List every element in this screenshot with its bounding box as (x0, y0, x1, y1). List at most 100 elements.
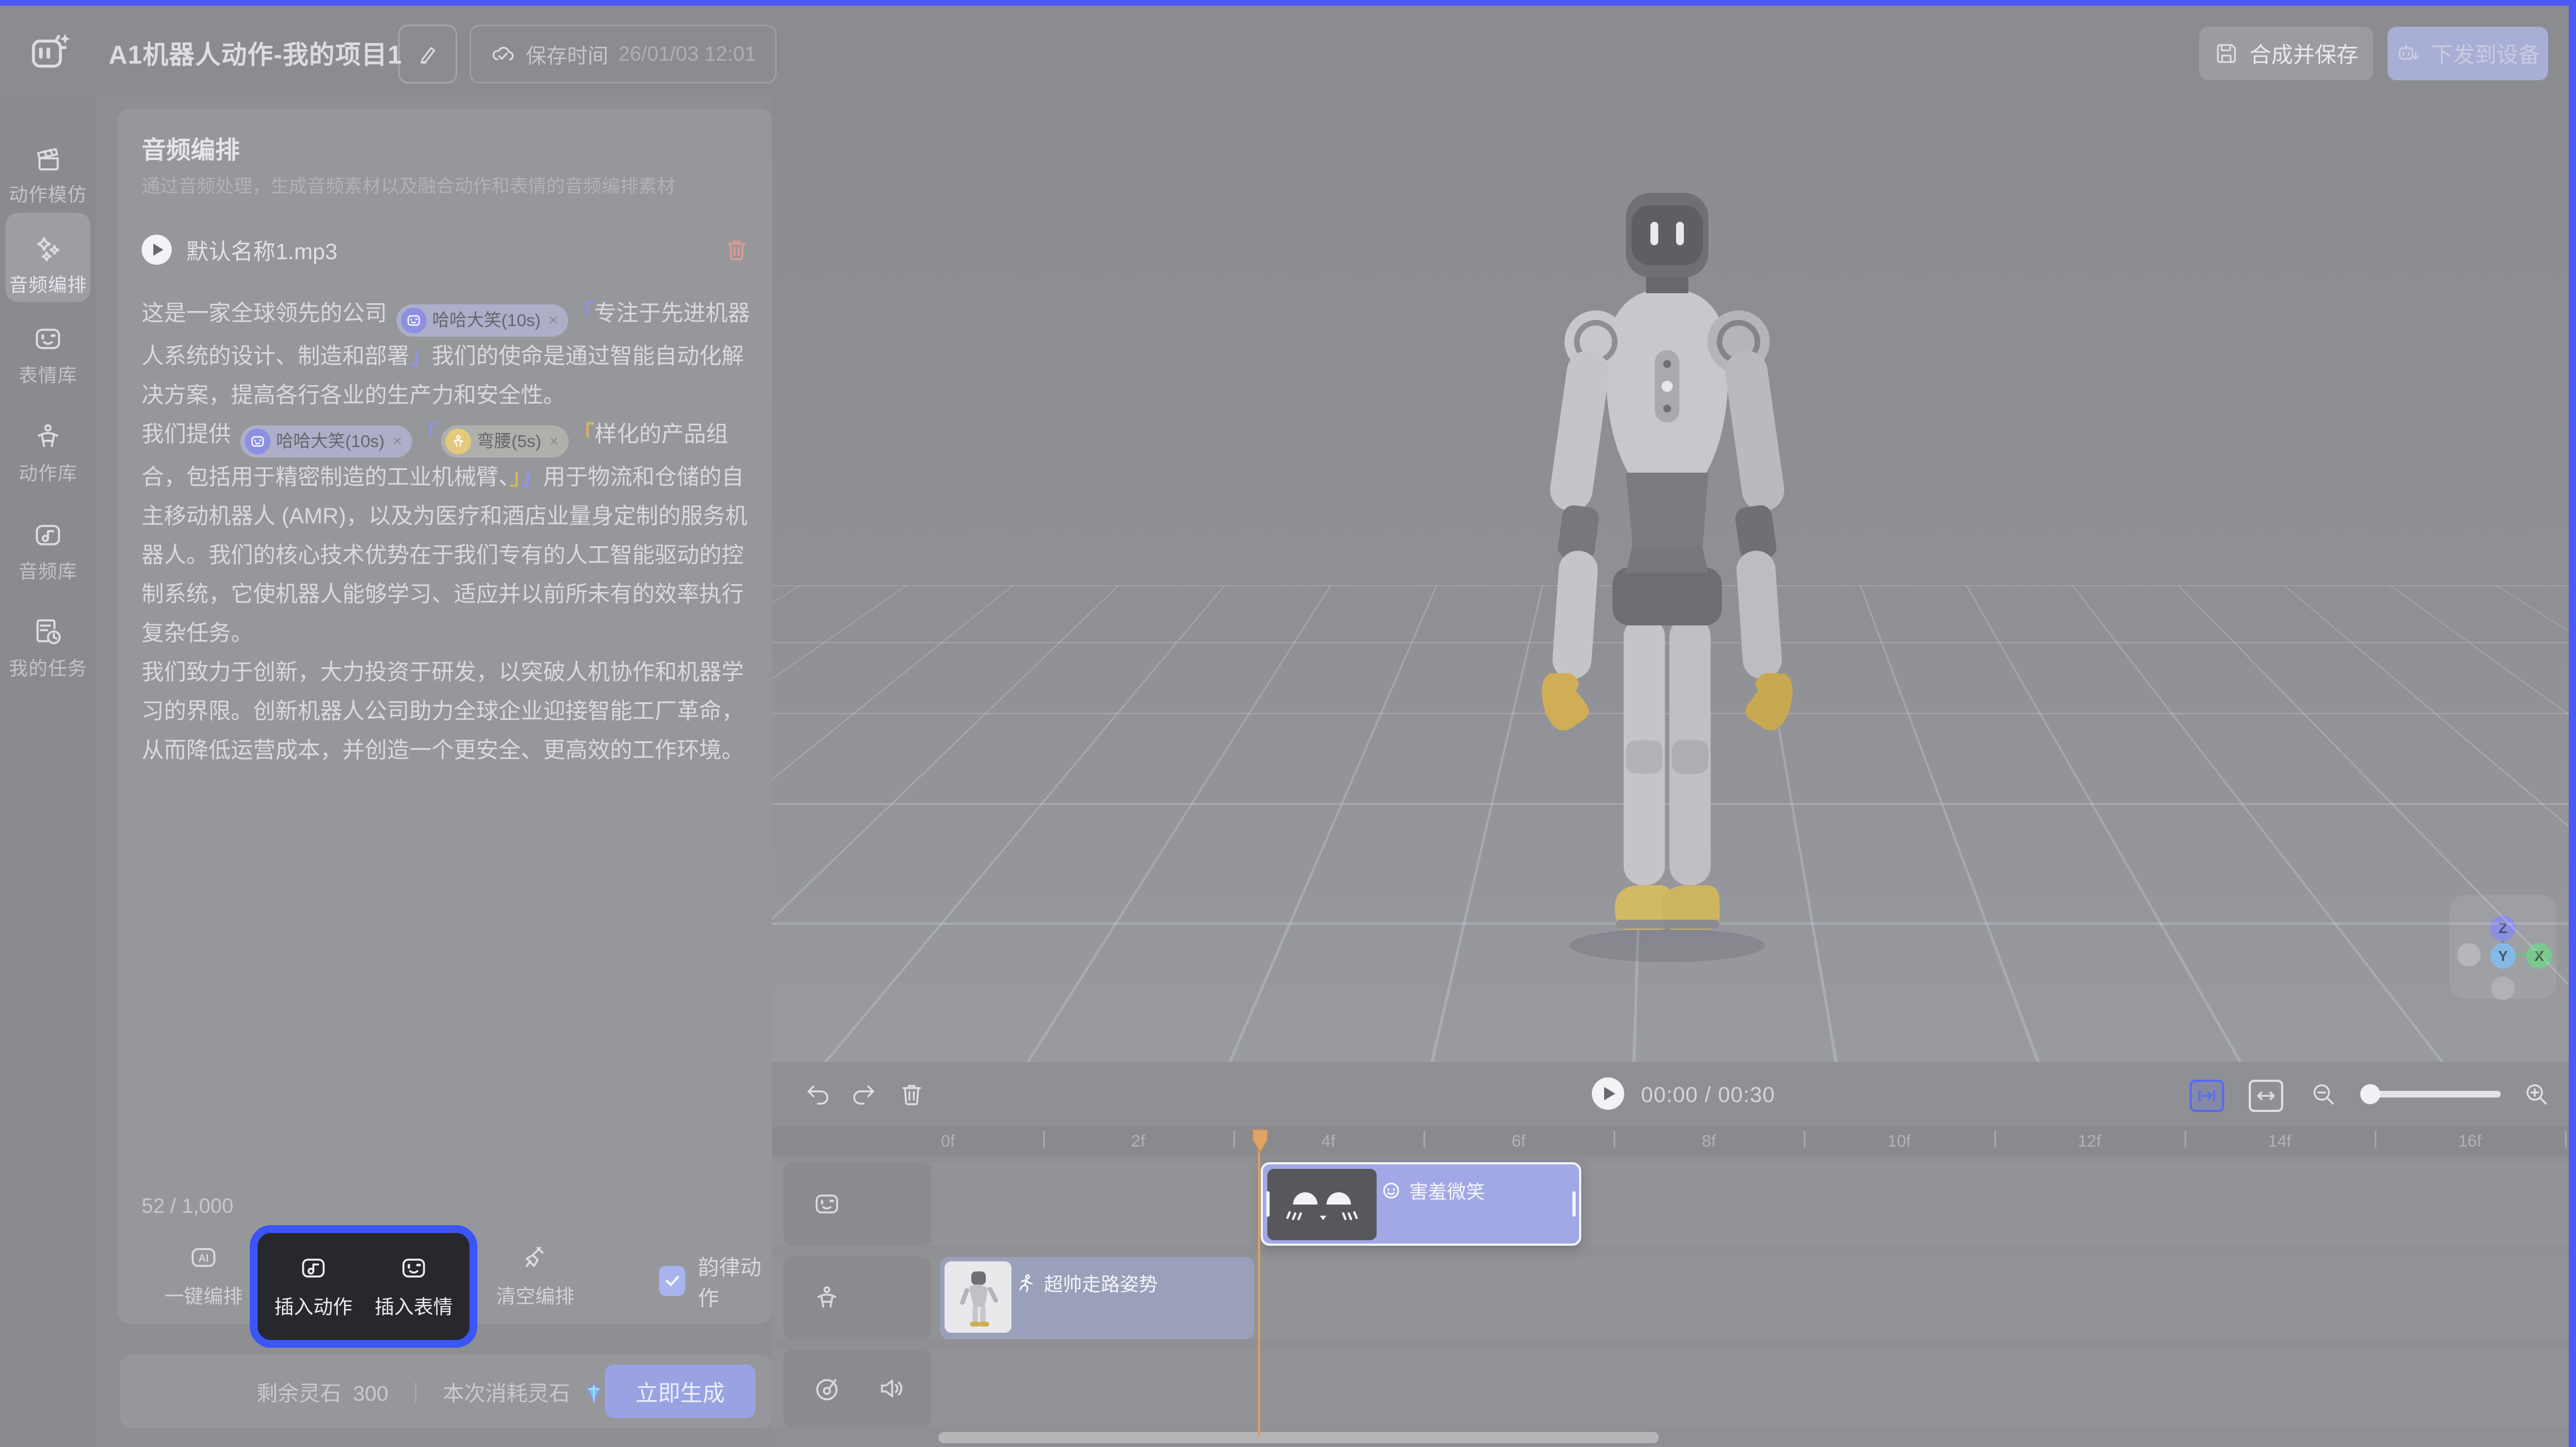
sidebar-item-motion-mimic[interactable]: 动作模仿 (0, 143, 96, 207)
divider: | (413, 1380, 419, 1404)
remove-tag-icon[interactable]: × (549, 422, 559, 461)
expression-clip[interactable]: 害羞微笑 (1261, 1162, 1581, 1246)
highlighted-insert-group: 插入动作 插入表情 (250, 1225, 477, 1348)
sidebar: 动作模仿 音频编排 表情库 动作库 音频库 (0, 95, 96, 1447)
action-clip[interactable]: 超帅走路姿势 (940, 1257, 1254, 1339)
one-key-arrange-button[interactable]: AI 一键编排 (153, 1243, 254, 1309)
ruler-tick (1994, 1131, 1996, 1148)
audio-file-name: 默认名称1.mp3 (186, 234, 709, 266)
expression-tag[interactable]: 哈哈大笑(10s)× (240, 425, 412, 458)
rhythm-motion-option: 韵律动作 (659, 1250, 772, 1312)
ruler-tick (1043, 1131, 1045, 1148)
audio-library-icon (32, 519, 64, 551)
sidebar-item-label: 我的任务 (0, 653, 96, 681)
scope-bracket: 「 (572, 301, 594, 326)
script-editor[interactable]: 这是一家全球领先的公司 哈哈大笑(10s)×「专注于先进机器人系统的设计、制造和… (142, 294, 750, 1163)
ruler-tick (2565, 1131, 2567, 1148)
ruler-tick (1423, 1131, 1425, 1148)
clear-arrange-button[interactable]: 清空编排 (485, 1243, 585, 1309)
delete-audio-button[interactable] (724, 237, 749, 263)
timeline-zoom-slider[interactable] (2365, 1091, 2501, 1098)
redo-button[interactable] (850, 1081, 877, 1108)
sidebar-item-label: 动作模仿 (0, 179, 96, 207)
expression-library-icon (32, 323, 64, 355)
snap-toggle-button[interactable] (2190, 1080, 2224, 1112)
sidebar-item-label: 音频库 (0, 556, 96, 584)
expression-tag-icon (245, 429, 270, 454)
ruler-label: 4f (1321, 1132, 1335, 1151)
panel-title: 音频编排 (142, 130, 240, 166)
audio-track-header[interactable] (783, 1349, 931, 1427)
sidebar-item-expression-library[interactable]: 表情库 (0, 323, 96, 387)
ruler-label: 0f (941, 1132, 955, 1151)
ruler-tick (1614, 1131, 1615, 1148)
3d-viewport[interactable]: Z Y X (772, 95, 2569, 1062)
gizmo-neg-x-axis[interactable] (2457, 943, 2481, 967)
rhythm-track-icon (812, 1374, 841, 1403)
insert-action-icon (299, 1254, 328, 1283)
ai-icon: AI (189, 1243, 218, 1272)
generate-bar: 剩余灵石 300 | 本次消耗灵石 0 立即生成 (120, 1354, 772, 1428)
delete-clip-button[interactable] (898, 1081, 925, 1108)
gizmo-z-axis[interactable]: Z (2490, 915, 2516, 941)
rhythm-checkbox[interactable] (659, 1266, 685, 1296)
zoom-out-button[interactable] (2310, 1081, 2337, 1108)
gizmo-y-axis[interactable]: Y (2490, 943, 2516, 969)
remove-tag-icon[interactable]: × (549, 301, 559, 340)
playhead[interactable] (1258, 1129, 1260, 1436)
editor-text: 这是一家全球领先的公司 (142, 301, 393, 326)
timeline-play-button[interactable] (1592, 1077, 1624, 1110)
orientation-gizmo[interactable]: Z Y X (2449, 895, 2556, 999)
top-bar: A1机器人动作-我的项目1 保存时间 26/01/03 12:01 合成并保存 … (0, 6, 2576, 95)
timeline-panel: 00:00 / 00:30 0f2f4f6f8f10f12f14f16f (772, 1062, 2569, 1447)
time-display: 00:00 / 00:30 (1641, 1083, 1775, 1108)
sidebar-item-audio-library[interactable]: 音频库 (0, 519, 96, 584)
focus-border-top (0, 0, 2576, 6)
sidebar-item-action-library[interactable]: 动作库 (0, 421, 96, 485)
action-track-header[interactable] (783, 1257, 931, 1339)
my-tasks-icon (32, 616, 64, 648)
timeline-horizontal-scrollbar[interactable] (938, 1432, 1659, 1443)
ruler-tick (1804, 1131, 1805, 1148)
playhead-handle[interactable] (1251, 1128, 1270, 1153)
sidebar-item-label: 表情库 (0, 360, 96, 387)
insert-action-button[interactable]: 插入动作 (269, 1254, 358, 1320)
gizmo-neg-z-axis[interactable] (2491, 977, 2515, 1000)
cloud-check-icon (490, 41, 516, 67)
consume-stones: 本次消耗灵石 0 (443, 1376, 629, 1407)
remove-tag-icon[interactable]: × (393, 422, 403, 461)
ruler-label: 10f (1887, 1132, 1911, 1151)
insert-expression-icon (399, 1254, 428, 1283)
action-tag[interactable]: 弯腰(5s)× (441, 425, 569, 458)
audio-arrange-icon (32, 233, 64, 264)
timeline-ruler[interactable]: 0f2f4f6f8f10f12f14f16f (772, 1126, 2569, 1155)
rhythm-label: 韵律动作 (698, 1250, 772, 1312)
rename-button[interactable] (398, 25, 457, 84)
robot-model (1466, 183, 1868, 974)
timeline-toolbar: 00:00 / 00:30 (772, 1062, 2569, 1126)
project-title: A1机器人动作-我的项目1 (109, 35, 403, 71)
sidebar-item-audio-arrange[interactable]: 音频编排 (0, 233, 96, 297)
sidebar-item-label: 音频编排 (0, 270, 96, 297)
audio-play-button[interactable] (142, 235, 172, 265)
insert-expression-button[interactable]: 插入表情 (369, 1254, 458, 1320)
undo-button[interactable] (805, 1081, 831, 1108)
zoom-slider-knob[interactable] (2360, 1084, 2380, 1104)
expression-tag[interactable]: 哈哈大笑(10s)× (396, 304, 568, 337)
char-count: 52 / 1,000 (142, 1194, 234, 1218)
generate-now-button[interactable]: 立即生成 (605, 1365, 756, 1418)
editor-text: 用于物流和仓储的自主移动机器人 (AMR)，以及为医疗和酒店业量身定制的服务机器… (142, 465, 748, 763)
zoom-in-button[interactable] (2523, 1081, 2550, 1108)
fit-timeline-button[interactable] (2249, 1080, 2283, 1112)
ruler-label: 14f (2268, 1132, 2292, 1151)
sidebar-item-label: 动作库 (0, 458, 96, 485)
save-status: 保存时间 26/01/03 12:01 (469, 25, 777, 84)
app-logo-icon (28, 29, 72, 74)
synthesize-save-button[interactable]: 合成并保存 (2199, 27, 2373, 80)
ruler-tick (2185, 1131, 2186, 1148)
sidebar-item-my-tasks[interactable]: 我的任务 (0, 616, 96, 681)
scope-bracket: 「 (415, 422, 438, 446)
deploy-to-device-button[interactable]: 下发到设备 (2388, 27, 2548, 80)
gizmo-x-axis[interactable]: X (2526, 943, 2552, 969)
expression-track-header[interactable] (783, 1162, 931, 1246)
